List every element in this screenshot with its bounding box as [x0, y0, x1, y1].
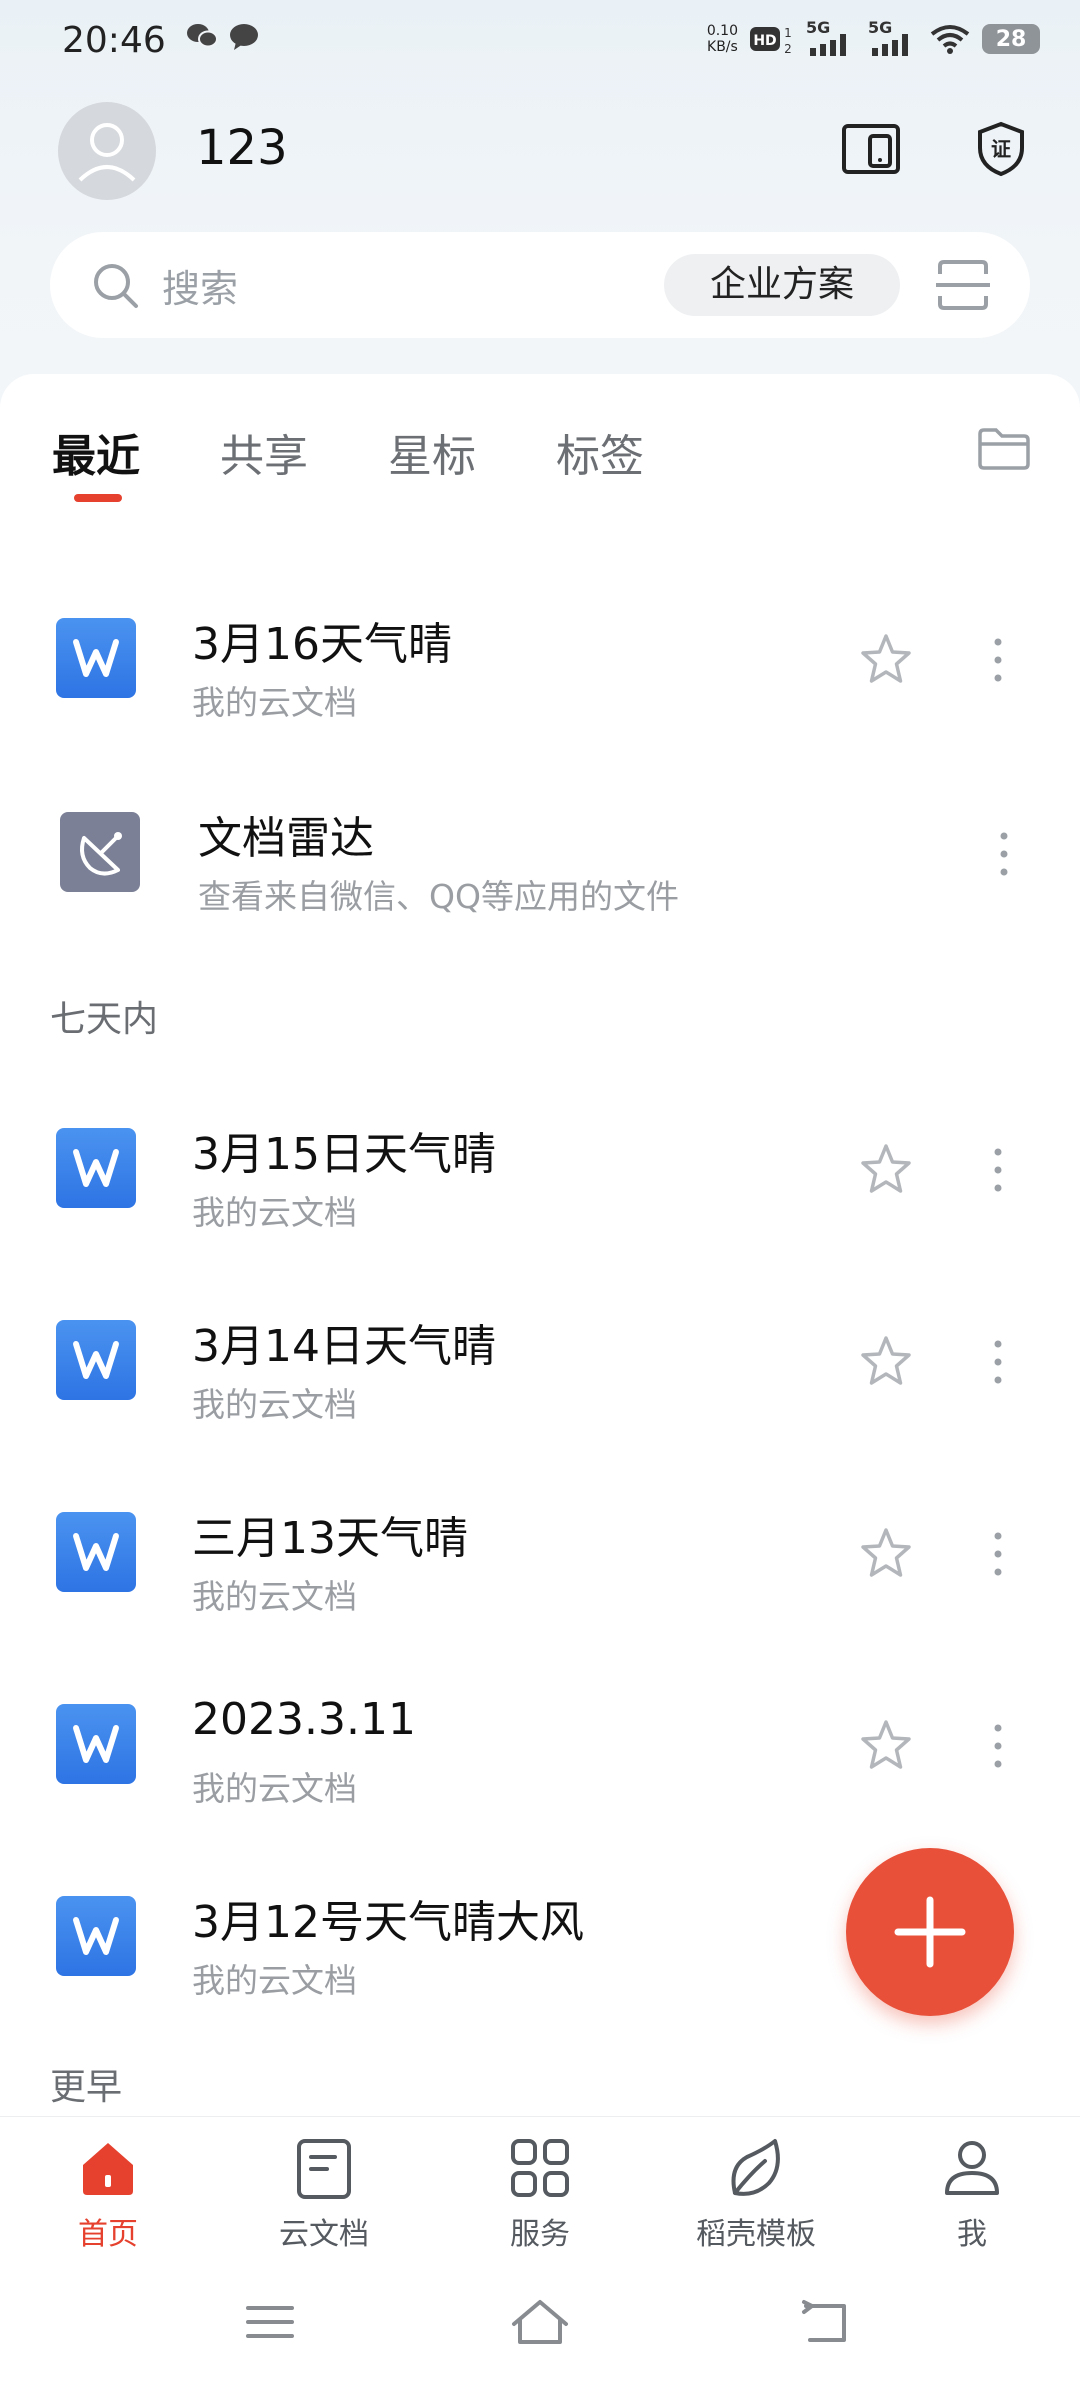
star-icon[interactable] [856, 1140, 916, 1200]
wechat-icon [187, 24, 218, 48]
svg-text:证: 证 [991, 137, 1011, 161]
bottom-navigation: 首页 云文档 服务 稻壳模板 我 [0, 2116, 1080, 2257]
scan-icon[interactable] [934, 256, 992, 314]
doc-title: 2023.3.11 [192, 1694, 416, 1745]
signal-bars-icon [872, 34, 908, 56]
back-icon[interactable] [800, 2298, 852, 2346]
wifi-icon [930, 25, 970, 54]
doc-title: 3月14日天气晴 [192, 1321, 496, 1372]
nav-templates[interactable]: 稻壳模板 [656, 2137, 856, 2253]
leaf-icon [731, 2139, 780, 2196]
doc-title: 文档雷达 [198, 813, 374, 864]
list-item[interactable]: 2023.3.11 我的云文档 [0, 1674, 1080, 1824]
tab-starred[interactable]: 星标 [388, 420, 476, 484]
word-doc-icon [56, 1512, 136, 1592]
more-options-icon[interactable] [990, 1524, 1006, 1584]
enterprise-plan-button[interactable]: 企业方案 [664, 254, 900, 316]
star-icon[interactable] [856, 1716, 916, 1776]
search-icon [94, 264, 138, 308]
create-new-button[interactable] [846, 1848, 1014, 2016]
doc-title: 3月12号天气晴大风 [192, 1897, 584, 1948]
status-bar: 20:46 0.10 KB/s HD 1 2 5G 5G 28 [0, 0, 1080, 86]
notification-icons [186, 22, 260, 52]
doc-location: 我的云文档 [192, 1961, 357, 2000]
signal-2: 5G [868, 18, 918, 56]
search-bar[interactable]: 搜索 企业方案 [50, 232, 1030, 338]
signal-1: 5G [806, 18, 856, 56]
nav-home[interactable]: 首页 [8, 2137, 208, 2253]
list-item[interactable]: 文档雷达 查看来自微信、QQ等应用的文件 [0, 782, 1080, 932]
user-avatar-icon [78, 123, 136, 182]
more-options-icon[interactable] [990, 630, 1006, 690]
tab-shared[interactable]: 共享 [220, 420, 308, 484]
more-options-icon[interactable] [990, 1140, 1006, 1200]
home-icon [83, 2143, 133, 2195]
tab-recent[interactable]: 最近 [52, 420, 140, 484]
svg-text:2: 2 [784, 42, 792, 55]
nav-services[interactable]: 服务 [440, 2137, 640, 2253]
nav-label: 我 [957, 2217, 987, 2252]
word-doc-icon [56, 1128, 136, 1208]
nav-label: 稻壳模板 [696, 2217, 816, 2252]
list-item[interactable]: 3月16天气晴 我的云文档 [0, 588, 1080, 738]
hd-icon: HD 1 2 [750, 26, 792, 55]
doc-location: 我的云文档 [192, 1769, 357, 1808]
word-doc-icon [56, 1320, 136, 1400]
star-icon[interactable] [856, 1524, 916, 1584]
nav-me[interactable]: 我 [872, 2137, 1072, 2253]
list-item[interactable]: 3月14日天气晴 我的云文档 [0, 1290, 1080, 1440]
word-doc-icon [56, 618, 136, 698]
user-icon [945, 2141, 999, 2195]
radar-icon [60, 812, 140, 892]
signal-bars-icon [810, 34, 846, 56]
svg-text:1: 1 [784, 26, 792, 40]
home-gesture-icon[interactable] [510, 2296, 570, 2348]
doc-description: 查看来自微信、QQ等应用的文件 [198, 877, 679, 916]
nav-label: 云文档 [279, 2217, 369, 2252]
star-icon[interactable] [856, 1332, 916, 1392]
more-options-icon[interactable] [990, 1332, 1006, 1392]
doc-title: 3月16天气晴 [192, 619, 452, 670]
star-icon[interactable] [856, 630, 916, 690]
battery-indicator: 28 [982, 24, 1040, 54]
list-item[interactable]: 3月15日天气晴 我的云文档 [0, 1098, 1080, 1248]
plus-icon [894, 1896, 966, 1968]
grid-icon [511, 2139, 569, 2197]
section-header: 更早 [50, 2067, 123, 2108]
network-speed: 0.10 KB/s [707, 23, 738, 55]
doc-location: 我的云文档 [192, 683, 357, 722]
search-input[interactable]: 搜索 [162, 258, 238, 313]
nav-label: 服务 [510, 2217, 570, 2252]
active-tab-indicator [74, 494, 122, 502]
svg-text:HD: HD [753, 33, 776, 49]
more-options-icon[interactable] [996, 824, 1012, 884]
word-doc-icon [56, 1896, 136, 1976]
section-header: 七天内 [50, 999, 159, 1040]
list-item[interactable]: 三月13天气晴 我的云文档 [0, 1482, 1080, 1632]
doc-title: 三月13天气晴 [192, 1513, 468, 1564]
speed-value: 0.10 [706, 23, 738, 39]
system-navigation-bar [0, 2256, 1080, 2400]
nav-label: 首页 [78, 2217, 138, 2252]
nav-cloud-docs[interactable]: 云文档 [224, 2137, 424, 2253]
more-options-icon[interactable] [990, 1716, 1006, 1776]
doc-location: 我的云文档 [192, 1577, 357, 1616]
username[interactable]: 123 [196, 120, 288, 176]
certificate-shield-icon[interactable]: 证 [970, 118, 1032, 180]
tab-tags[interactable]: 标签 [556, 420, 644, 484]
folder-icon[interactable] [976, 420, 1032, 476]
document-icon [297, 2139, 351, 2199]
doc-title: 3月15日天气晴 [192, 1129, 496, 1180]
message-icon [230, 24, 258, 50]
doc-location: 我的云文档 [192, 1193, 357, 1232]
speed-unit: KB/s [707, 39, 738, 55]
word-doc-icon [56, 1704, 136, 1784]
multi-device-icon[interactable] [840, 118, 902, 180]
doc-location: 我的云文档 [192, 1385, 357, 1424]
avatar[interactable] [58, 102, 156, 200]
status-indicators: 0.10 KB/s HD 1 2 5G 5G 28 [707, 18, 1040, 56]
status-time: 20:46 [62, 20, 166, 61]
menu-icon[interactable] [244, 2300, 296, 2344]
